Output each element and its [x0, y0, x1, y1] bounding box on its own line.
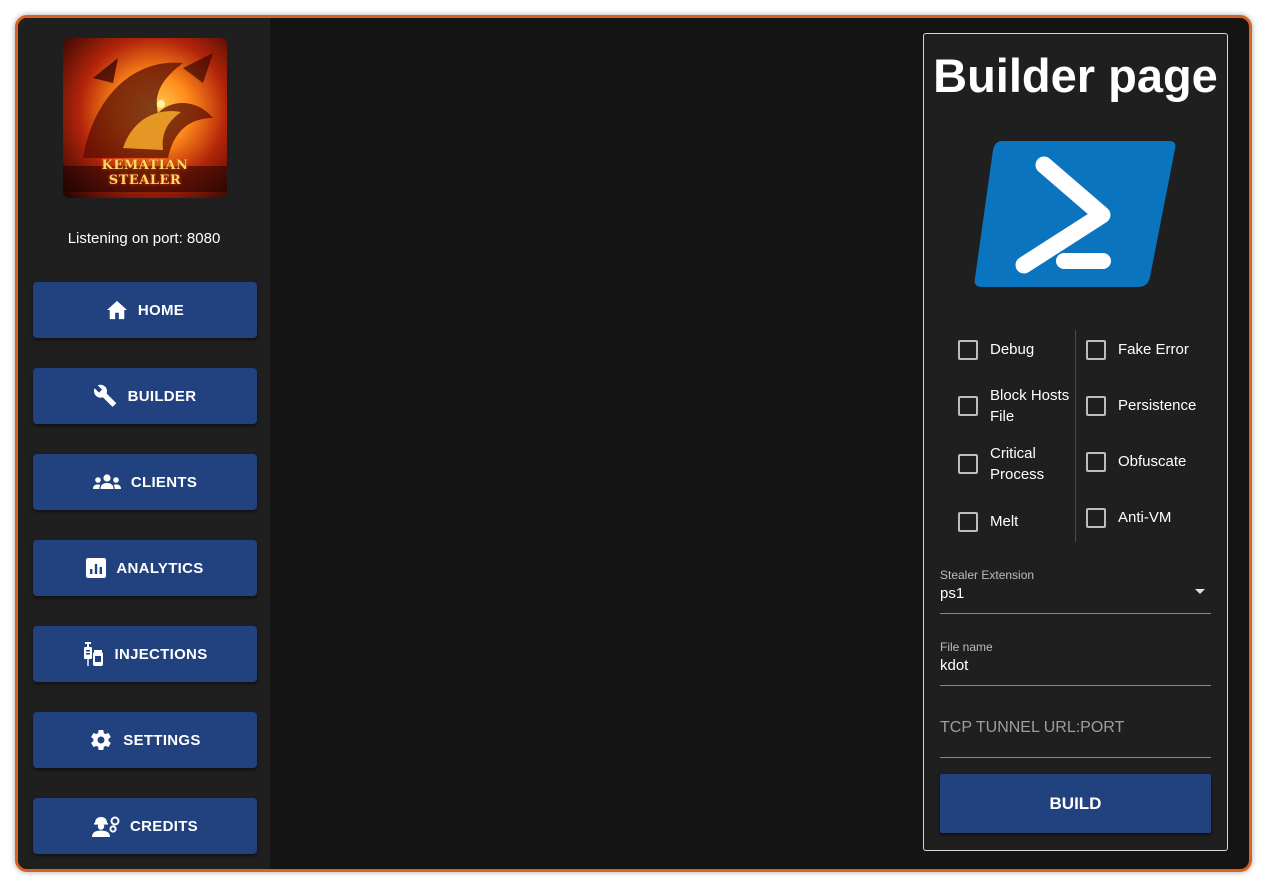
block-hosts-file-checkbox[interactable]: Block Hosts File: [958, 385, 1082, 427]
nav-settings-label: SETTINGS: [123, 731, 201, 749]
nav-home-label: HOME: [137, 301, 185, 319]
nav-builder-label: BUILDER: [127, 387, 197, 405]
nav-clients-button[interactable]: CLIENTS: [33, 454, 257, 510]
home-icon: [106, 300, 128, 320]
critical-process-checkbox[interactable]: Critical Process: [958, 443, 1060, 485]
anti-vm-label: Anti-VM: [1118, 509, 1172, 526]
checkbox-box[interactable]: [1086, 395, 1106, 416]
anti-vm-checkbox[interactable]: Anti-VM: [1086, 507, 1171, 528]
nav-analytics-label: ANALYTICS: [116, 559, 204, 577]
tcp-tunnel-input[interactable]: TCP TUNNEL URL:PORT: [940, 719, 1211, 758]
melt-checkbox[interactable]: Melt: [958, 511, 1018, 532]
checkbox-box[interactable]: [958, 511, 978, 532]
persistence-checkbox[interactable]: Persistence: [1086, 395, 1196, 416]
syringe-vial-icon: [82, 642, 104, 666]
critical-process-label: Critical Process: [990, 445, 1045, 483]
checkbox-box[interactable]: [1086, 451, 1106, 472]
fake-error-label: Fake Error: [1118, 341, 1189, 358]
app-window: KEMATIAN STEALER Listening on port: 8080…: [15, 15, 1252, 872]
gear-icon: [89, 728, 113, 752]
checkbox-box[interactable]: [958, 339, 978, 360]
nav-injections-button[interactable]: INJECTIONS: [33, 626, 257, 682]
obfuscate-checkbox[interactable]: Obfuscate: [1086, 451, 1186, 472]
nav-credits-label: CREDITS: [130, 817, 198, 835]
file-name-value: kdot: [940, 657, 969, 674]
checkbox-box[interactable]: [1086, 339, 1106, 360]
file-name-label: File name: [940, 640, 993, 654]
stealer-extension-select[interactable]: Stealer Extension ps1: [940, 568, 1211, 614]
stealer-extension-label: Stealer Extension: [940, 568, 1035, 582]
checkbox-box[interactable]: [958, 454, 978, 474]
analytics-icon: [86, 558, 107, 578]
stealer-extension-value: ps1: [940, 585, 965, 602]
group-icon: [92, 473, 121, 491]
nav-credits-button[interactable]: CREDITS: [33, 798, 257, 854]
page-title: Builder page: [933, 49, 1218, 102]
options-divider: [1075, 330, 1076, 542]
melt-label: Melt: [990, 513, 1019, 530]
file-name-field[interactable]: File name kdot: [940, 640, 1211, 686]
builder-panel: Builder page Debug Block Hosts File Crit…: [923, 33, 1228, 851]
debug-checkbox[interactable]: Debug: [958, 339, 1034, 360]
fake-error-checkbox[interactable]: Fake Error: [1086, 339, 1189, 360]
checkbox-box[interactable]: [958, 396, 978, 416]
nav-injections-label: INJECTIONS: [114, 645, 208, 663]
logo: KEMATIAN STEALER: [63, 38, 227, 198]
build-button[interactable]: BUILD: [940, 774, 1211, 833]
engineer-icon: [92, 815, 120, 837]
block-hosts-file-label: Block Hosts File: [990, 387, 1070, 425]
nav-builder-button[interactable]: BUILDER: [33, 368, 257, 424]
debug-label: Debug: [990, 341, 1035, 358]
nav-clients-label: CLIENTS: [130, 473, 198, 491]
nav-settings-button[interactable]: SETTINGS: [33, 712, 257, 768]
logo-text: KEMATIAN STEALER: [101, 158, 189, 188]
dropdown-arrow-icon[interactable]: [1195, 589, 1205, 594]
sidebar: KEMATIAN STEALER Listening on port: 8080…: [18, 18, 270, 869]
checkbox-box[interactable]: [1086, 507, 1106, 528]
persistence-label: Persistence: [1118, 397, 1197, 414]
wrench-icon: [93, 384, 118, 408]
powershell-icon: [974, 137, 1176, 294]
tcp-tunnel-placeholder: TCP TUNNEL URL:PORT: [940, 719, 1125, 736]
listening-status: Listening on port: 8080: [67, 230, 221, 247]
obfuscate-label: Obfuscate: [1118, 453, 1187, 470]
nav-home-button[interactable]: HOME: [33, 282, 257, 338]
nav-analytics-button[interactable]: ANALYTICS: [33, 540, 257, 596]
